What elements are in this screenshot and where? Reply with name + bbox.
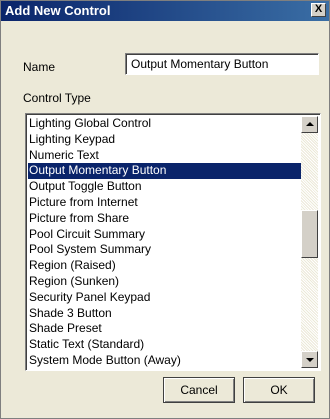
list-item[interactable]: Security Panel Keypad [28, 290, 302, 306]
list-item[interactable]: System Mode Button (Away) [28, 353, 302, 369]
control-type-list[interactable]: Lighting Global Control Lighting Keypad Nu… [25, 113, 321, 371]
list-item[interactable]: Shade 3 Button [28, 306, 302, 322]
list-item[interactable]: Numeric Text [28, 148, 302, 164]
title-bar[interactable]: Add New Control X [1, 1, 329, 21]
control-type-label: Control Type [23, 91, 91, 105]
cancel-button[interactable]: Cancel [163, 377, 235, 403]
list-item[interactable]: Shade Preset [28, 321, 302, 337]
scroll-up-button[interactable] [301, 116, 318, 133]
name-label: Name [23, 60, 56, 74]
arrow-down-icon [306, 358, 314, 362]
list-item[interactable]: Region (Sunken) [28, 274, 302, 290]
list-item[interactable]: Picture from Share [28, 211, 302, 227]
list-item[interactable]: Pool System Summary [28, 242, 302, 258]
list-item[interactable]: Region (Raised) [28, 258, 302, 274]
list-item[interactable]: Pool Circuit Summary [28, 227, 302, 243]
vertical-scrollbar[interactable] [301, 116, 318, 368]
list-item[interactable]: Static Text (Standard) [28, 337, 302, 353]
list-item[interactable]: Lighting Keypad [28, 132, 302, 148]
scroll-down-button[interactable] [301, 351, 318, 368]
name-input[interactable]: Output Momentary Button [125, 53, 319, 75]
list-item[interactable]: Output Momentary Button [28, 163, 302, 180]
list-item[interactable]: Lighting Global Control [28, 116, 302, 132]
control-type-items: Lighting Global Control Lighting Keypad Nu… [28, 116, 302, 369]
ok-button[interactable]: OK [243, 377, 315, 403]
add-new-control-dialog: Add New Control X Name Output Momentary … [0, 0, 330, 419]
list-item[interactable]: Output Toggle Button [28, 179, 302, 195]
arrow-up-icon [306, 122, 314, 126]
close-button[interactable]: X [311, 3, 326, 17]
list-item[interactable]: Picture from Internet [28, 195, 302, 211]
scroll-thumb[interactable] [301, 210, 318, 258]
dialog-title: Add New Control [5, 3, 111, 18]
